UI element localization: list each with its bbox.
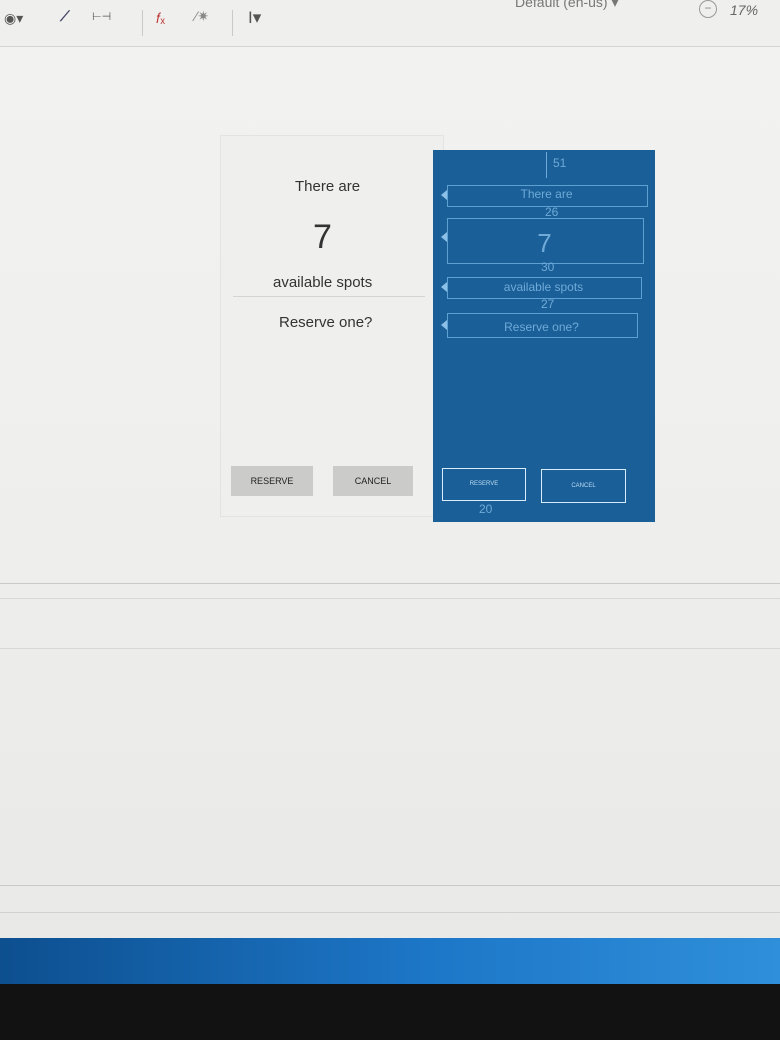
blueprint-preview: 51 There are 26 7 30 available spots 27 …: [433, 150, 655, 522]
divider: [0, 885, 780, 886]
zoom-level: 17%: [730, 2, 759, 18]
reserve-button[interactable]: RESERVE: [231, 466, 313, 496]
there-are-text: There are: [295, 178, 361, 195]
spots-count: 7: [313, 218, 332, 256]
magic-wand-icon[interactable]: ⁄✷: [195, 8, 209, 25]
design-preview: There are 7 available spots Reserve one?…: [220, 135, 444, 517]
left-anchor-icon[interactable]: [441, 282, 447, 292]
bp-count-text: 7: [537, 228, 552, 258]
locale-dropdown[interactable]: Default (en-us) ▾: [515, 0, 619, 11]
left-anchor-icon[interactable]: [441, 190, 447, 200]
bp-available-text: available spots: [503, 280, 584, 294]
bp-cancel-button[interactable]: CANCEL: [541, 469, 626, 503]
bp-reserve-button[interactable]: RESERVE: [442, 468, 526, 501]
gap-value-3: 27: [541, 297, 555, 311]
left-anchor-icon[interactable]: [441, 232, 447, 242]
editor-toolbar: ◉▾ ⟋ ⊢⊣ 𝑓ₓ ⁄✷ I▾ Default (en-us) ▾ − 17%: [0, 0, 780, 47]
orientation-icon[interactable]: ⟋: [60, 8, 70, 25]
divider: [0, 583, 780, 584]
bp-reserve-question-text: Reserve one?: [504, 320, 579, 334]
margin-icon[interactable]: ⊢⊣: [92, 10, 111, 23]
constraints-icon[interactable]: 𝑓ₓ: [156, 10, 165, 27]
gap-value-1: 26: [545, 205, 559, 219]
top-margin-line: [546, 152, 547, 178]
locale-label: Default (en-us): [515, 0, 608, 10]
screen: ◉▾ ⟋ ⊢⊣ 𝑓ₓ ⁄✷ I▾ Default (en-us) ▾ − 17%…: [0, 0, 780, 940]
bp-there-are-text: There are: [520, 187, 573, 201]
align-icon[interactable]: I▾: [248, 8, 261, 28]
gap-value-2: 30: [541, 260, 555, 274]
divider: [0, 912, 780, 913]
cancel-button[interactable]: CANCEL: [333, 466, 413, 496]
design-surface-icon[interactable]: ◉▾: [4, 10, 23, 27]
top-margin-value: 51: [553, 156, 567, 170]
available-spots-text: available spots: [273, 274, 373, 291]
zoom-out-icon[interactable]: −: [699, 0, 717, 18]
divider: [233, 296, 425, 297]
divider: [0, 648, 780, 649]
divider: [0, 598, 780, 599]
reserve-question-text: Reserve one?: [279, 314, 373, 331]
monitor-bezel: [0, 984, 780, 1040]
bottom-margin-value: 20: [479, 502, 493, 516]
taskbar: [0, 938, 780, 984]
left-anchor-icon[interactable]: [441, 320, 447, 330]
